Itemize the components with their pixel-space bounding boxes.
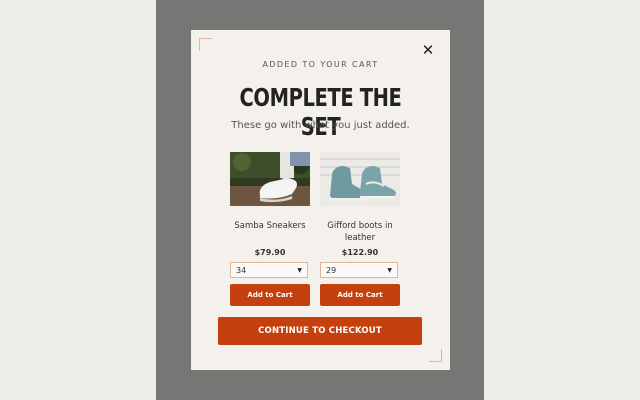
- modal-title: COMPLETE THE SET: [239, 83, 402, 141]
- chevron-down-icon: ▼: [297, 266, 302, 274]
- close-icon[interactable]: ✕: [420, 42, 436, 58]
- size-select-value: 34: [236, 265, 247, 275]
- product-image-sneaker[interactable]: [230, 152, 310, 206]
- size-select[interactable]: 29 ▼: [320, 262, 398, 278]
- product-price: $79.90: [254, 248, 286, 257]
- product-card: Gifford boots in leather $122.90 29 ▼ Ad…: [320, 152, 400, 306]
- product-name[interactable]: Gifford boots in leather: [320, 220, 400, 246]
- product-image-boot[interactable]: [320, 152, 400, 206]
- chevron-down-icon: ▼: [387, 266, 392, 274]
- modal-eyebrow: ADDED TO YOUR CART: [262, 60, 379, 69]
- cart-upsell-modal: ✕ ADDED TO YOUR CART COMPLETE THE SET Th…: [191, 30, 450, 370]
- product-card: Samba Sneakers $79.90 34 ▼ Add to Cart: [230, 152, 310, 306]
- modal-subtitle: These go with what you just added.: [231, 120, 410, 131]
- product-price: $122.90: [341, 248, 379, 257]
- add-to-cart-button[interactable]: Add to Cart: [320, 284, 400, 306]
- add-to-cart-button[interactable]: Add to Cart: [230, 284, 310, 306]
- size-select-value: 29: [326, 265, 337, 275]
- continue-to-checkout-button[interactable]: CONTINUE TO CHECKOUT: [218, 317, 422, 345]
- corner-decoration-top-left: [199, 38, 212, 51]
- size-select[interactable]: 34 ▼: [230, 262, 308, 278]
- corner-decoration-bottom-right: [429, 349, 442, 362]
- product-name[interactable]: Samba Sneakers: [230, 220, 310, 246]
